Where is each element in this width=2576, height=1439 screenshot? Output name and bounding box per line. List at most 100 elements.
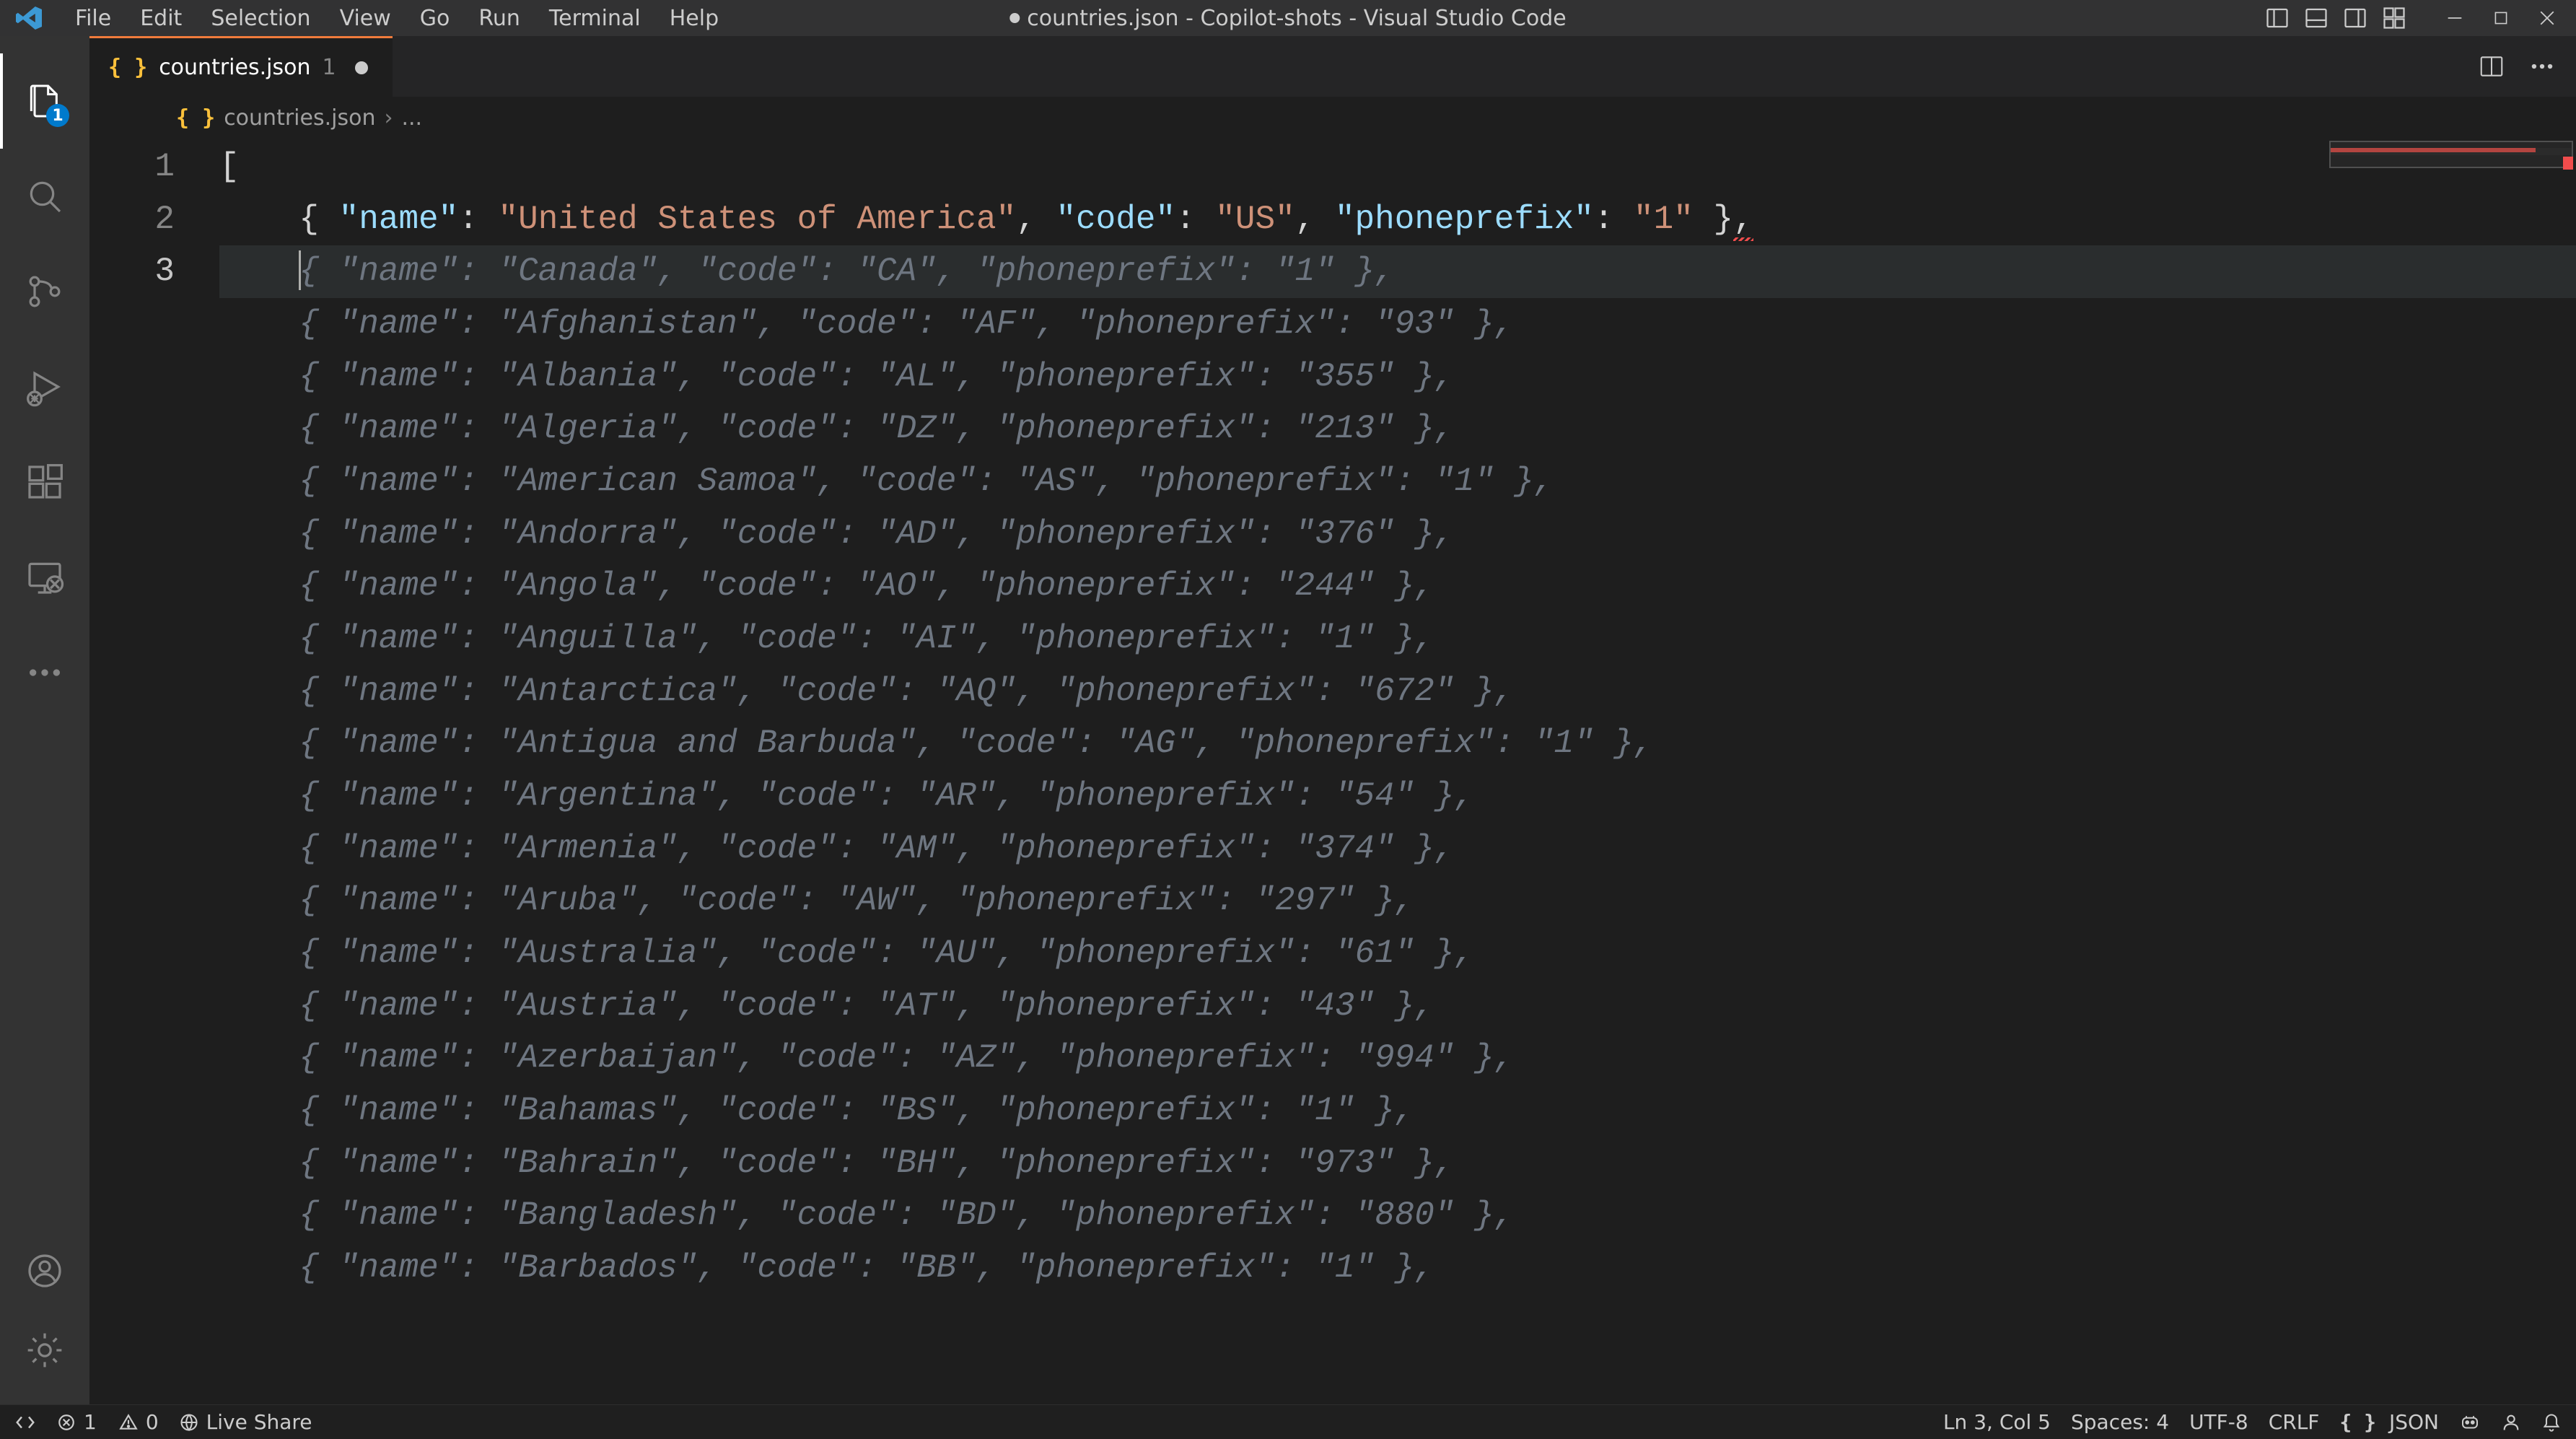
ghost-suggestion-line: { "name": "Bangladesh", "code": "BD", "p… <box>219 1189 2576 1242</box>
ghost-suggestion-line: { "name": "Antigua and Barbuda", "code":… <box>219 717 2576 770</box>
window-title: countries.json - Copilot-shots - Visual … <box>1009 6 1566 31</box>
ghost-suggestion-line: { "name": "Azerbaijan", "code": "AZ", "p… <box>219 1032 2576 1085</box>
json-file-icon: { } <box>176 105 215 131</box>
status-copilot[interactable] <box>2459 1412 2481 1433</box>
activity-more[interactable] <box>0 625 89 720</box>
ghost-suggestion-line: { "name": "Argentina", "code": "AR", "ph… <box>219 770 2576 823</box>
explorer-badge: 1 <box>46 104 69 127</box>
statusbar-right: Ln 3, Col 5 Spaces: 4 UTF-8 CRLF { } JSO… <box>1943 1410 2562 1434</box>
statusbar: 1 0 Live Share Ln 3, Col 5 Spaces: 4 UTF… <box>0 1404 2576 1439</box>
activity-remote-explorer[interactable] <box>0 530 89 625</box>
ghost-suggestion-line: { "name": "Australia", "code": "AU", "ph… <box>219 927 2576 980</box>
status-cursor[interactable]: Ln 3, Col 5 <box>1943 1410 2051 1434</box>
ghost-suggestion-line: { "name": "Andorra", "code": "AD", "phon… <box>219 508 2576 561</box>
liveshare-icon <box>179 1412 199 1433</box>
menu-run[interactable]: Run <box>464 0 535 37</box>
error-count: 1 <box>84 1410 97 1434</box>
menu-help[interactable]: Help <box>655 0 733 37</box>
titlebar-right <box>2264 5 2576 31</box>
customize-layout-icon[interactable] <box>2381 5 2407 31</box>
line-number: 2 <box>89 193 175 246</box>
ghost-suggestion-line: { "name": "Bahamas", "code": "BS", "phon… <box>219 1085 2576 1137</box>
status-feedback[interactable] <box>2501 1412 2521 1433</box>
tab-countries-json[interactable]: { } countries.json 1 <box>89 36 393 97</box>
status-notifications[interactable] <box>2541 1412 2562 1433</box>
layout-controls <box>2264 5 2407 31</box>
ghost-suggestion-line: { "name": "Armenia", "code": "AM", "phon… <box>219 823 2576 875</box>
vscode-logo-icon <box>13 2 45 34</box>
status-spaces[interactable]: Spaces: 4 <box>2071 1410 2169 1434</box>
modified-indicator-icon <box>1009 13 1020 23</box>
activity-bar-bottom <box>25 1231 65 1404</box>
titlebar: FileEditSelectionViewGoRunTerminalHelp c… <box>0 0 2576 36</box>
status-language[interactable]: { } JSON <box>2339 1410 2439 1434</box>
editor-area: { } countries.json 1 { } countries.json <box>89 36 2576 1404</box>
activity-extensions[interactable] <box>0 434 89 530</box>
minimap-error-dot <box>2563 157 2573 170</box>
code-editor[interactable]: 123 [ { "name": "United States of Americ… <box>89 141 2576 1404</box>
minimap-error-marker <box>2331 148 2572 155</box>
window-maximize-icon[interactable] <box>2488 5 2514 31</box>
toggle-panel-left-icon[interactable] <box>2264 5 2290 31</box>
statusbar-left: 1 0 Live Share <box>14 1410 312 1434</box>
ghost-suggestion-line: { "name": "Algeria", "code": "DZ", "phon… <box>219 403 2576 455</box>
activity-bar: 1 <box>0 36 89 1404</box>
warning-icon <box>118 1412 139 1433</box>
code-content[interactable]: [ { "name": "United States of America", … <box>212 141 2576 1404</box>
menu-view[interactable]: View <box>325 0 406 37</box>
liveshare-label: Live Share <box>206 1410 312 1434</box>
ghost-suggestion-line: { "name": "Austria", "code": "AT", "phon… <box>219 980 2576 1033</box>
breadcrumb[interactable]: { } countries.json › ... <box>176 97 2576 141</box>
breadcrumb-file: countries.json <box>224 105 375 131</box>
menu-terminal[interactable]: Terminal <box>535 0 655 37</box>
tab-name: countries.json <box>159 55 310 80</box>
ghost-suggestion-line: { "name": "Canada", "code": "CA", "phone… <box>219 245 2576 298</box>
chevron-right-icon: › <box>384 105 393 131</box>
activity-settings[interactable] <box>25 1311 65 1390</box>
status-problems[interactable]: 1 0 <box>56 1410 159 1434</box>
activity-run-debug[interactable] <box>0 339 89 434</box>
minimap[interactable] <box>2329 141 2573 168</box>
window-minimize-icon[interactable] <box>2442 5 2468 31</box>
ghost-suggestion-line: { "name": "Afghanistan", "code": "AF", "… <box>219 298 2576 351</box>
editor-more-icon[interactable] <box>2527 51 2557 82</box>
window-title-text: countries.json - Copilot-shots - Visual … <box>1027 6 1566 31</box>
toggle-panel-bottom-icon[interactable] <box>2303 5 2329 31</box>
menu-file[interactable]: File <box>61 0 126 37</box>
code-line: [ <box>219 141 2576 193</box>
menu-selection[interactable]: Selection <box>196 0 325 37</box>
breadcrumb-rest: ... <box>401 105 422 131</box>
line-number: 1 <box>89 141 175 193</box>
activity-explorer[interactable]: 1 <box>0 53 89 149</box>
ghost-suggestion-line: { "name": "Anguilla", "code": "AI", "pho… <box>219 613 2576 665</box>
json-file-icon: { } <box>108 55 147 80</box>
main-area: 1 <box>0 36 2576 1404</box>
line-number: 3 <box>89 245 175 298</box>
status-liveshare[interactable]: Live Share <box>179 1410 312 1434</box>
ghost-suggestion-line: { "name": "Aruba", "code": "AW", "phonep… <box>219 875 2576 927</box>
ghost-suggestion-line: { "name": "Albania", "code": "AL", "phon… <box>219 351 2576 403</box>
status-encoding[interactable]: UTF-8 <box>2189 1410 2248 1434</box>
activity-source-control[interactable] <box>0 244 89 339</box>
menu-edit[interactable]: Edit <box>126 0 196 37</box>
menu-bar: FileEditSelectionViewGoRunTerminalHelp <box>61 0 733 37</box>
status-eol[interactable]: CRLF <box>2269 1410 2320 1434</box>
tab-problems: 1 <box>322 55 336 80</box>
tab-dirty-indicator-icon <box>355 61 368 74</box>
app-root: FileEditSelectionViewGoRunTerminalHelp c… <box>0 0 2576 1439</box>
activity-accounts[interactable] <box>25 1231 65 1311</box>
remote-indicator[interactable] <box>14 1412 36 1433</box>
tabs-bar: { } countries.json 1 <box>89 36 2576 97</box>
ghost-suggestion-line: { "name": "Bahrain", "code": "BH", "phon… <box>219 1137 2576 1190</box>
menu-go[interactable]: Go <box>406 0 465 37</box>
split-editor-icon[interactable] <box>2476 51 2507 82</box>
ghost-suggestion-line: { "name": "Antarctica", "code": "AQ", "p… <box>219 665 2576 718</box>
ghost-suggestion-line: { "name": "American Samoa", "code": "AS"… <box>219 455 2576 508</box>
window-close-icon[interactable] <box>2534 5 2560 31</box>
warning-count: 0 <box>146 1410 159 1434</box>
line-gutter: 123 <box>89 141 212 1404</box>
toggle-panel-right-icon[interactable] <box>2342 5 2368 31</box>
ghost-suggestion-line: { "name": "Barbados", "code": "BB", "pho… <box>219 1242 2576 1295</box>
activity-search[interactable] <box>0 149 89 244</box>
editor-actions <box>2476 51 2576 82</box>
